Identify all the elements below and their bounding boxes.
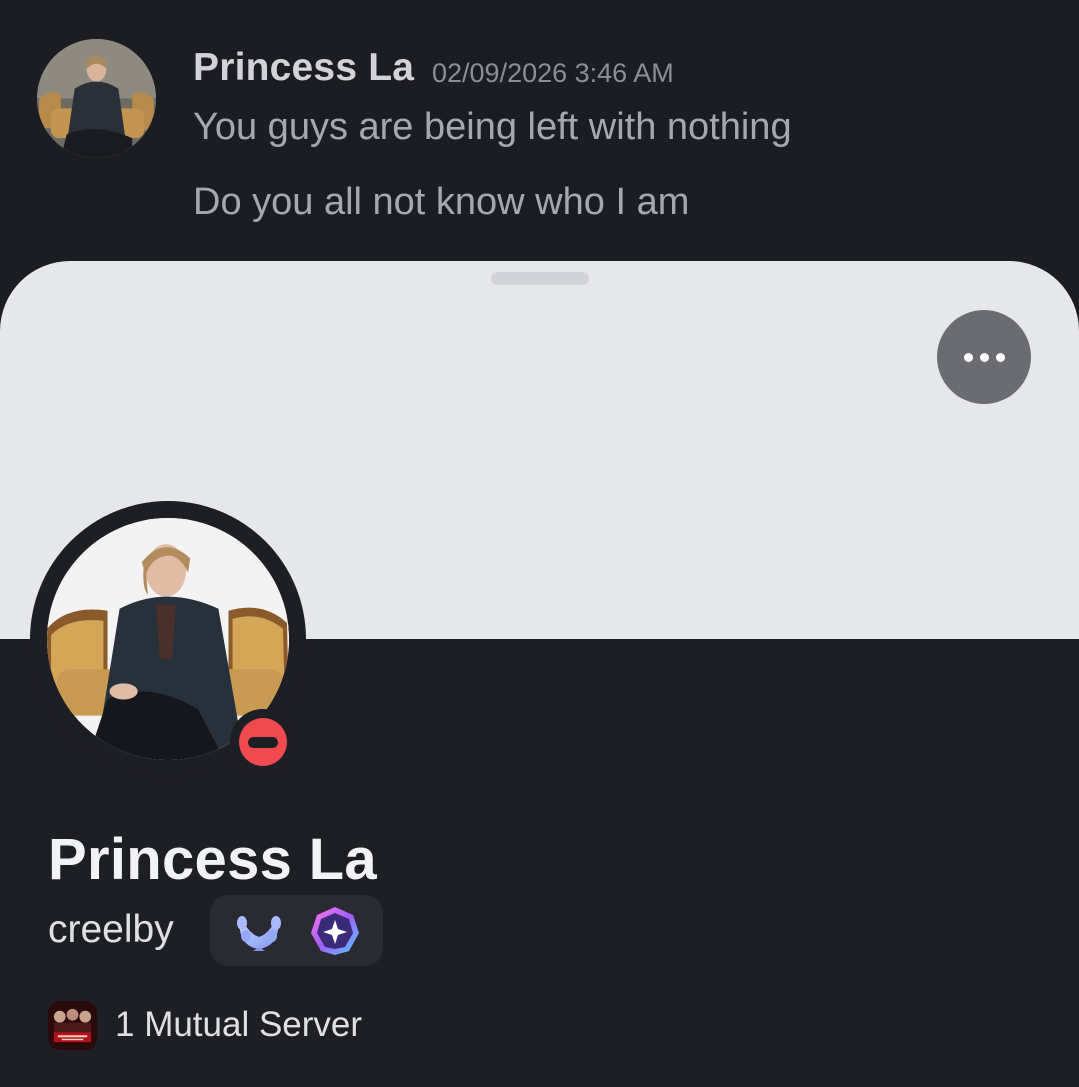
sheet-drag-handle[interactable] — [491, 272, 589, 285]
profile-badges — [210, 895, 383, 966]
profile-sheet: Princess La creelby 1 Mutual Server — [0, 261, 1079, 1087]
more-options-button[interactable] — [937, 310, 1031, 404]
message-text-line: You guys are being left with nothing — [193, 106, 792, 148]
ellipsis-dot — [979, 352, 989, 362]
mutual-servers-row[interactable]: 1 Mutual Server — [48, 999, 362, 1051]
profile-display-name: Princess La — [48, 827, 377, 892]
ellipsis-dot — [995, 352, 1005, 362]
dnd-bar — [248, 736, 278, 748]
ellipsis-icon — [963, 352, 973, 362]
message-timestamp: 02/09/2026 3:46 AM — [432, 58, 674, 88]
laurel-wreath-badge-icon[interactable] — [231, 903, 287, 959]
message-author-name[interactable]: Princess La — [193, 46, 414, 90]
nitro-gem-badge-icon[interactable] — [307, 903, 363, 959]
profile-avatar-frame — [30, 501, 306, 777]
status-dnd-badge — [230, 709, 296, 775]
page: Princess La 02/09/2026 3:46 AM You guys … — [0, 0, 1079, 1087]
message-text-line: Do you all not know who I am — [193, 181, 690, 223]
user-photo-avatar-icon — [37, 39, 156, 158]
message-author-avatar[interactable] — [37, 39, 156, 158]
profile-username[interactable]: creelby — [48, 908, 174, 952]
mutual-servers-label: 1 Mutual Server — [115, 1005, 363, 1044]
stranger-things-server-icon — [48, 1000, 97, 1050]
do-not-disturb-icon — [239, 718, 287, 766]
chat-message: Princess La 02/09/2026 3:46 AM You guys … — [0, 0, 1079, 262]
